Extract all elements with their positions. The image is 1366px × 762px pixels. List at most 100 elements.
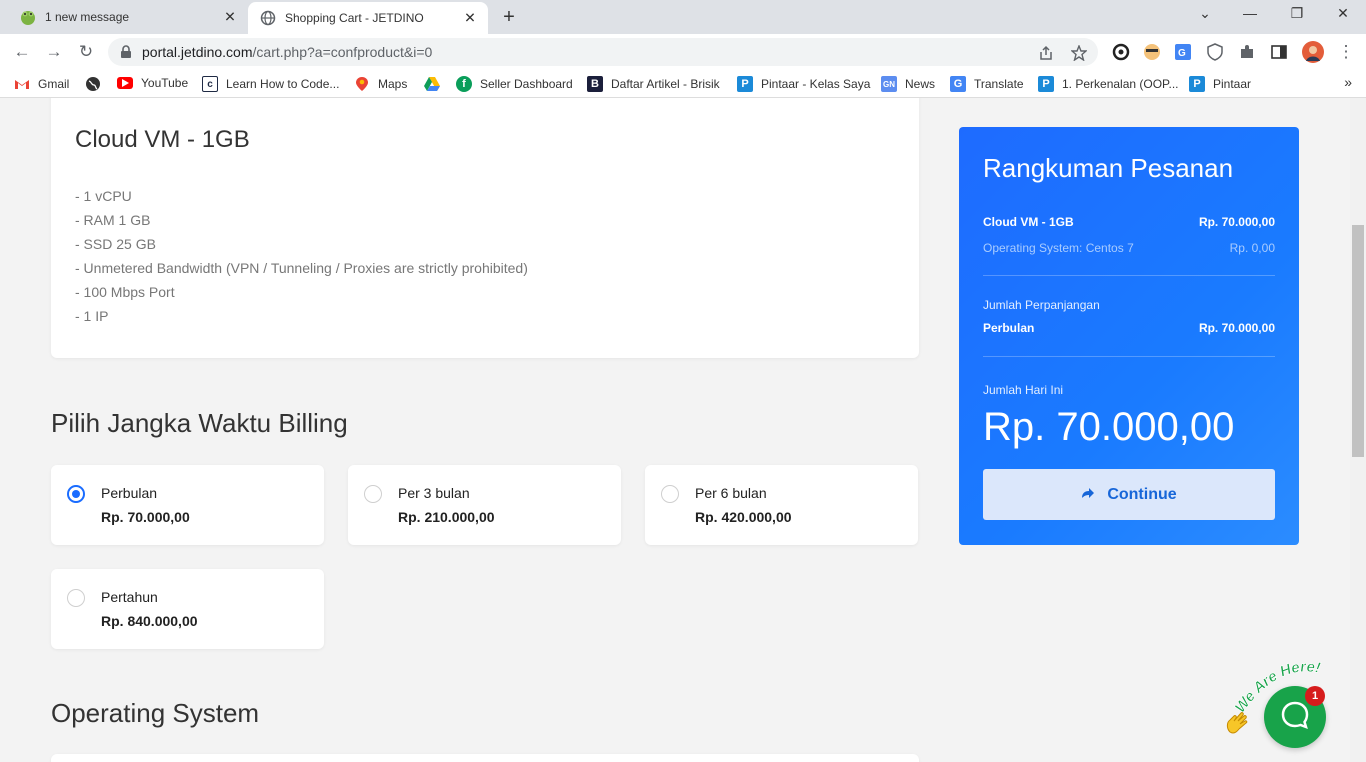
bookmark-label: News — [905, 77, 936, 91]
close-window-icon[interactable]: ✕ — [1331, 5, 1355, 22]
url-path: /cart.php?a=confproduct&i=0 — [252, 44, 433, 60]
bookmark-pintaar[interactable]: P Pintaar — [1189, 76, 1251, 92]
page-content: Cloud VM - 1GB - 1 vCPU - RAM 1 GB - SSD… — [0, 98, 1350, 762]
radio-selected[interactable] — [67, 485, 85, 503]
billing-option-3-bulan[interactable]: Per 3 bulan Rp. 210.000,00 — [348, 465, 621, 545]
side-panel-icon[interactable] — [1270, 43, 1288, 61]
chat-bubble-icon — [1279, 699, 1311, 736]
more-menu-icon[interactable]: ⋮ — [1336, 42, 1356, 62]
today-total: Rp. 70.000,00 — [983, 405, 1235, 449]
bookmark-codecademy[interactable]: c Learn How to Code... — [202, 76, 339, 92]
bookmark-label: Gmail — [38, 77, 70, 91]
continue-button[interactable]: Continue — [983, 469, 1275, 520]
bookmark-translate[interactable]: G Translate — [950, 76, 1024, 92]
today-label: Jumlah Hari Ini — [983, 383, 1064, 397]
restore-icon[interactable]: ❐ — [1285, 5, 1309, 22]
forward-icon[interactable]: → — [44, 42, 64, 62]
youtube-icon — [117, 77, 133, 89]
summary-os-price: Rp. 0,00 — [1229, 241, 1275, 255]
feature-line: - RAM 1 GB — [75, 212, 151, 228]
bookmark-label: YouTube — [141, 76, 189, 90]
address-bar[interactable]: portal.jetdino.com/cart.php?a=confproduc… — [108, 38, 1098, 66]
bookmark-label: Maps — [378, 77, 408, 91]
bookmark-drive[interactable] — [424, 76, 448, 92]
bookmarks-overflow-icon[interactable]: » — [1344, 74, 1352, 90]
radio-unselected[interactable] — [67, 589, 85, 607]
tab-shopping-cart[interactable]: Shopping Cart - JETDINO ✕ — [248, 2, 488, 34]
extension-circle-icon[interactable] — [1112, 43, 1130, 61]
renewal-price: Rp. 70.000,00 — [1198, 321, 1275, 335]
os-heading: Operating System — [51, 698, 260, 728]
frog-favicon-icon — [20, 9, 36, 25]
billing-option-pertahun[interactable]: Pertahun Rp. 840.000,00 — [51, 569, 324, 649]
tab-messages[interactable]: 1 new message ✕ — [8, 0, 248, 34]
renewal-cycle: Perbulan — [983, 321, 1035, 335]
drive-icon — [424, 76, 440, 92]
renewal-label: Jumlah Perpanjangan — [983, 298, 1100, 312]
bookmark-youtube[interactable]: YouTube — [117, 76, 188, 90]
billing-heading: Pilih Jangka Waktu Billing — [51, 408, 348, 438]
codecademy-icon: c — [202, 76, 218, 92]
url-text: portal.jetdino.com/cart.php?a=confproduc… — [142, 44, 432, 60]
billing-option-perbulan[interactable]: Perbulan Rp. 70.000,00 — [51, 465, 324, 545]
google-translate-ext-icon[interactable]: G — [1174, 43, 1192, 61]
feature-line: - SSD 25 GB — [75, 236, 156, 252]
bookmark-label: Pintaar — [1213, 77, 1252, 91]
feature-line: - 100 Mbps Port — [75, 284, 175, 300]
billing-option-price: Rp. 70.000,00 — [101, 509, 190, 525]
pintaar-icon: P — [1038, 76, 1054, 92]
minimize-icon[interactable]: — — [1238, 5, 1262, 21]
close-tab-icon[interactable]: ✕ — [462, 10, 478, 27]
divider — [983, 356, 1275, 357]
back-icon[interactable]: ← — [12, 42, 32, 62]
bookmark-globe[interactable] — [85, 76, 109, 92]
billing-option-6-bulan[interactable]: Per 6 bulan Rp. 420.000,00 — [645, 465, 918, 545]
bookmark-label: Translate — [974, 77, 1024, 91]
feature-line: - Unmetered Bandwidth (VPN / Tunneling /… — [75, 260, 528, 276]
bookmarks-bar: Gmail YouTube c Learn How to Code... Maps… — [0, 70, 1366, 98]
globe-favicon-icon — [260, 10, 276, 26]
share-icon[interactable] — [1038, 45, 1054, 61]
billing-option-name: Pertahun — [101, 589, 158, 605]
extensions-puzzle-icon[interactable] — [1238, 43, 1256, 61]
billing-option-price: Rp. 840.000,00 — [101, 613, 198, 629]
profile-avatar[interactable] — [1302, 41, 1324, 63]
pintaar-icon: P — [1189, 76, 1205, 92]
divider — [983, 275, 1275, 276]
summary-product-name: Cloud VM - 1GB — [983, 215, 1074, 229]
shield-icon[interactable] — [1206, 43, 1224, 61]
new-tab-icon[interactable]: + — [498, 6, 520, 28]
billing-option-name: Per 3 bulan — [398, 485, 470, 501]
bookmark-star-icon[interactable] — [1070, 44, 1088, 62]
scrollbar-thumb[interactable] — [1352, 225, 1364, 457]
svg-text:G: G — [1178, 48, 1186, 59]
summary-product-price: Rp. 70.000,00 — [1198, 215, 1275, 229]
gmail-icon — [14, 76, 30, 92]
bookmark-news[interactable]: GN News — [881, 76, 935, 92]
close-tab-icon[interactable]: ✕ — [222, 9, 238, 26]
radio-unselected[interactable] — [364, 485, 382, 503]
bookmark-gmail[interactable]: Gmail — [14, 76, 69, 92]
billing-option-name: Per 6 bulan — [695, 485, 767, 501]
bookmark-label: Pintaar - Kelas Saya — [761, 77, 871, 91]
bookmark-maps[interactable]: Maps — [354, 76, 407, 92]
extension-face-icon[interactable] — [1143, 43, 1161, 61]
order-summary: Rangkuman Pesanan Cloud VM - 1GB Rp. 70.… — [959, 127, 1299, 545]
pintaar-icon: P — [737, 76, 753, 92]
bookmark-label: 1. Perkenalan (OOP... — [1062, 77, 1179, 91]
bookmark-perkenalan-oop[interactable]: P 1. Perkenalan (OOP... — [1038, 76, 1179, 92]
summary-renewal-row: Perbulan Rp. 70.000,00 — [983, 321, 1275, 335]
bookmark-label: Daftar Artikel - Brisik — [611, 77, 720, 91]
bookmark-seller-dashboard[interactable]: f Seller Dashboard — [456, 76, 573, 92]
radio-unselected[interactable] — [661, 485, 679, 503]
tab-search-chevron-icon[interactable]: ⌄ — [1193, 5, 1217, 22]
reload-icon[interactable]: ↻ — [76, 42, 96, 62]
brisik-icon: B — [587, 76, 603, 92]
product-card: Cloud VM - 1GB - 1 vCPU - RAM 1 GB - SSD… — [51, 98, 919, 358]
seller-icon: f — [456, 76, 472, 92]
bookmark-label: Seller Dashboard — [480, 77, 573, 91]
bookmark-brisik[interactable]: B Daftar Artikel - Brisik — [587, 76, 720, 92]
bookmark-pintaar-kelas[interactable]: P Pintaar - Kelas Saya — [737, 76, 870, 92]
url-host: portal.jetdino.com — [142, 44, 253, 60]
product-features: - 1 vCPU - RAM 1 GB - SSD 25 GB - Unmete… — [75, 184, 528, 328]
